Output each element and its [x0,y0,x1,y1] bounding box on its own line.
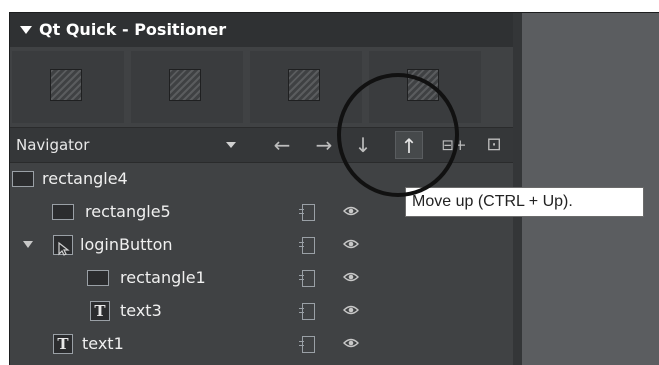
expand-arrow-icon[interactable] [23,241,33,248]
pointer-icon [53,235,73,256]
tree-item-label: rectangle4 [42,169,128,188]
tree-item-label: loginButton [80,235,173,254]
tree-item[interactable]: loginButton [10,228,513,261]
collapse-triangle-icon [20,26,32,34]
section-title: Qt Quick - Positioner [39,20,227,39]
move-right-icon[interactable]: → [310,131,338,159]
alias-export-icon[interactable] [299,303,315,320]
positioner-icon [50,69,82,101]
navigator-dropdown[interactable]: Navigator [14,133,242,157]
visibility-eye-icon[interactable] [343,205,359,217]
alias-export-icon[interactable] [299,336,315,353]
visibility-eye-icon[interactable] [343,337,359,349]
palette-item[interactable] [131,51,243,123]
section-header[interactable]: Qt Quick - Positioner [10,13,513,47]
palette-item[interactable] [12,51,124,123]
annotation-circle [337,73,459,197]
move-up-tooltip: Move up (CTRL + Up). [405,187,644,217]
tree-item[interactable]: rectangle1 [10,261,513,294]
positioner-icon [288,69,320,101]
chevron-down-icon [226,142,236,148]
alias-export-icon[interactable] [299,204,315,221]
tree-item[interactable]: T text1 [10,327,513,360]
positioner-icon [169,69,201,101]
alias-export-icon[interactable] [299,270,315,287]
visibility-eye-icon[interactable] [343,238,359,250]
tree-item-label: rectangle1 [120,268,206,287]
visibility-eye-icon[interactable] [343,304,359,316]
tree-item-label: text3 [120,301,162,320]
rectangle-icon [87,270,109,286]
tooltip-text: Move up (CTRL + Up). [412,193,573,210]
move-left-icon[interactable]: ← [268,131,296,159]
tree-item-label: text1 [82,334,124,353]
tree-item-label: rectangle5 [85,202,171,221]
rectangle-icon [52,204,74,220]
alias-export-icon[interactable] [299,237,315,254]
qt-creator-panel: Qt Quick - Positioner Navigator ← → ↓ ↑ … [9,12,659,365]
rectangle-icon [12,171,34,187]
layout-icon[interactable]: ⊡ [480,131,508,159]
tree-item[interactable]: T text3 [10,294,513,327]
text-item-icon: T [53,334,73,354]
navigator-dropdown-label: Navigator [16,136,90,154]
text-item-icon: T [90,301,110,321]
visibility-eye-icon[interactable] [343,271,359,283]
